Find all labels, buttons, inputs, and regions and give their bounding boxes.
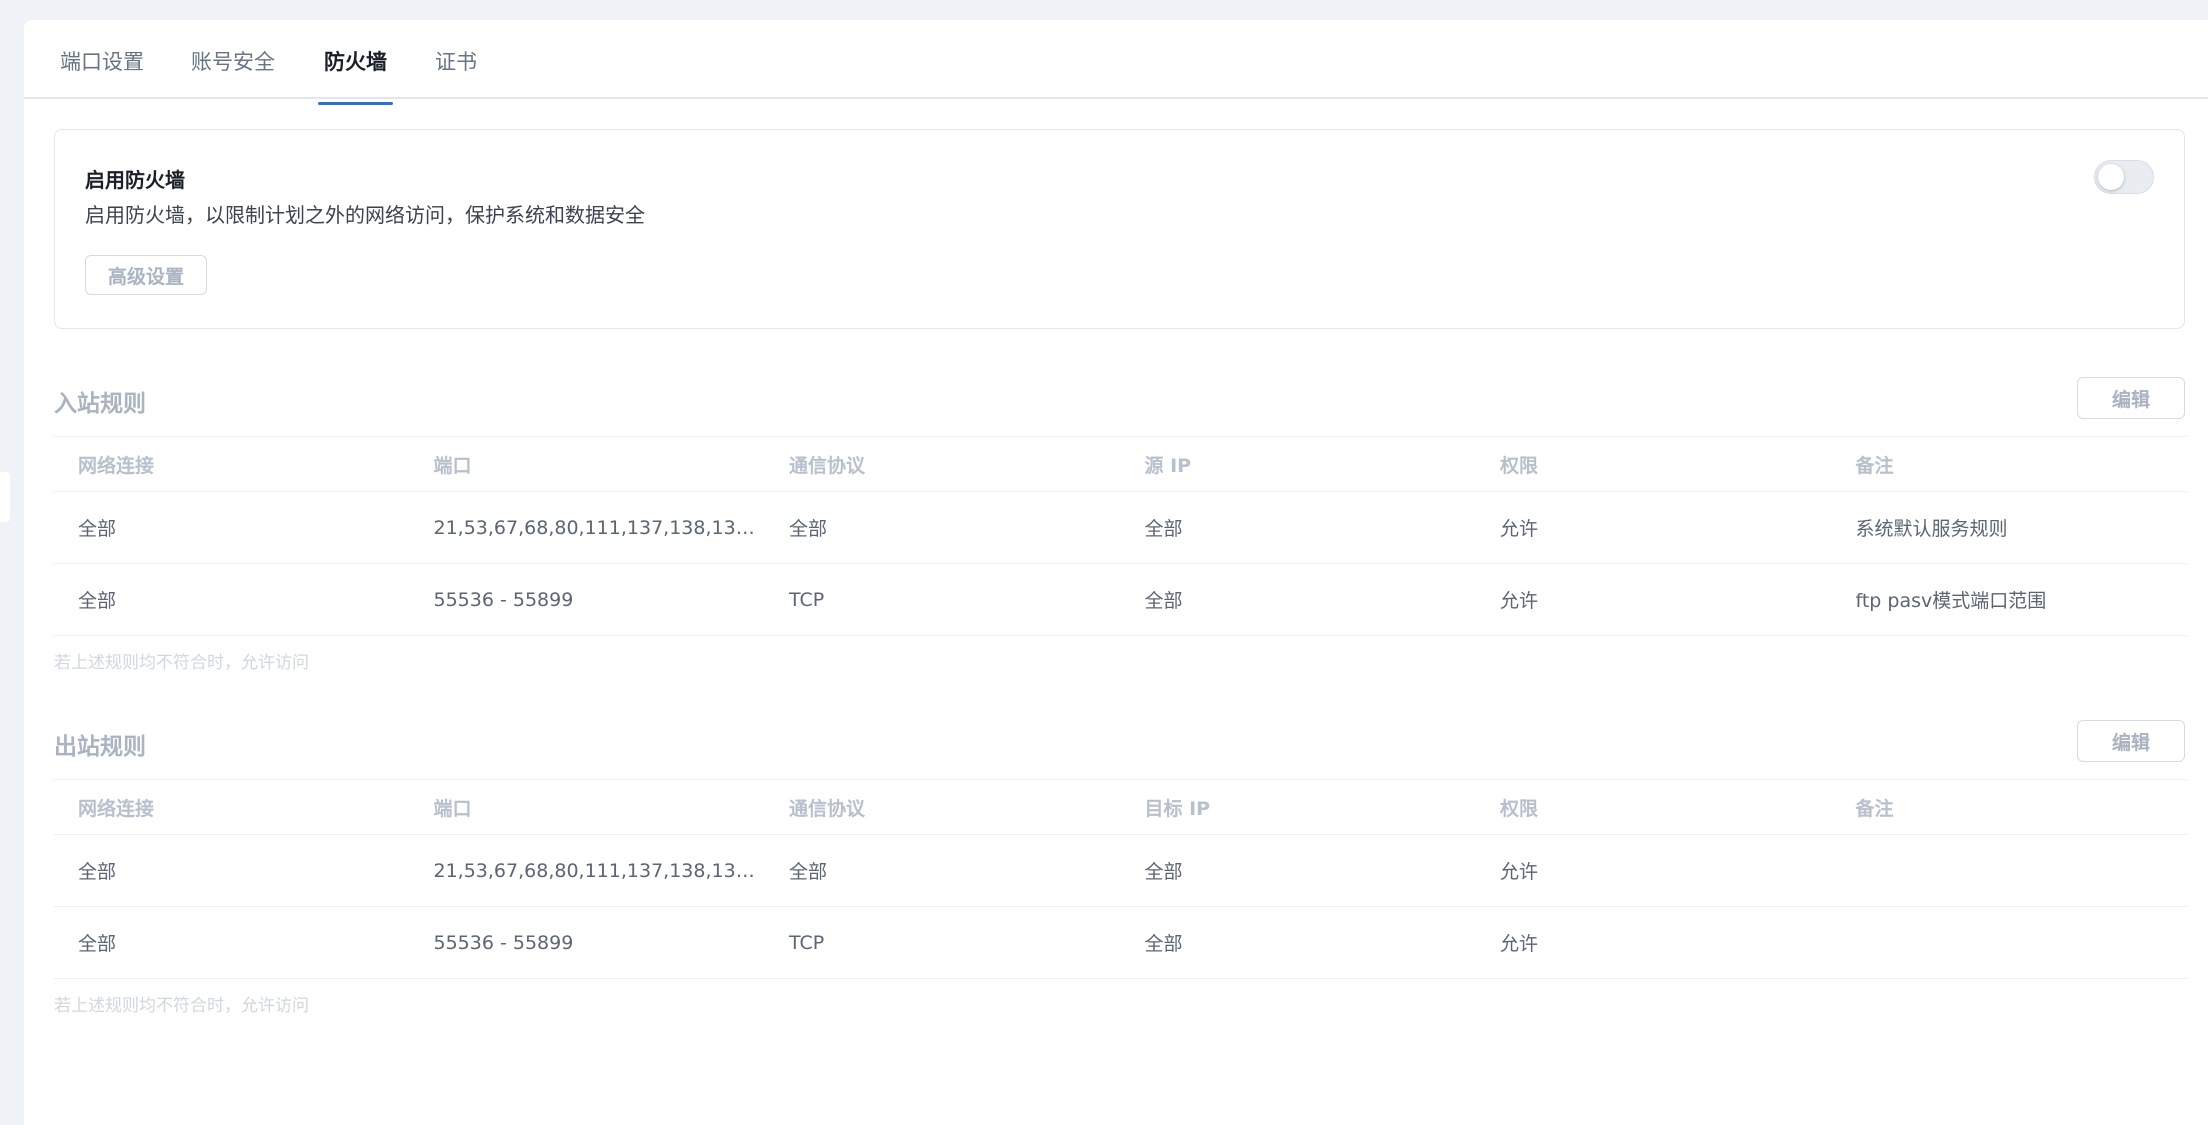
- outbound-footnote: 若上述规则均不符合时，允许访问: [54, 996, 309, 1016]
- table-row: 全部 55536 - 55899 TCP 全部 允许: [54, 906, 2187, 979]
- cell-target-ip: 全部: [1120, 906, 1476, 979]
- col-permission: 权限: [1476, 436, 1832, 492]
- col-target-ip: 目标 IP: [1120, 779, 1476, 835]
- toggle-knob: [2098, 164, 2124, 190]
- col-protocol: 通信协议: [765, 436, 1121, 492]
- col-port: 端口: [409, 779, 765, 835]
- firewall-toggle[interactable]: [2094, 160, 2154, 194]
- cell-network: 全部: [54, 491, 410, 564]
- cell-network: 全部: [54, 906, 410, 979]
- advanced-settings-button[interactable]: 高级设置: [85, 255, 207, 295]
- table-row: 全部 21,53,67,68,80,111,137,138,139,... 全部…: [54, 491, 2187, 564]
- table-header-row: 网络连接 端口 通信协议 目标 IP 权限 备注: [54, 779, 2187, 835]
- tab-firewall[interactable]: 防火墙: [318, 46, 393, 105]
- table-row: 全部 55536 - 55899 TCP 全部 允许 ftp pasv模式端口范…: [54, 563, 2187, 636]
- inbound-footnote: 若上述规则均不符合时，允许访问: [54, 653, 309, 673]
- cell-permission: 允许: [1476, 491, 1832, 564]
- cell-network: 全部: [54, 563, 410, 636]
- settings-panel: 端口设置 账号安全 防火墙 证书 启用防火墙 启用防火墙，以限制计划之外的网络访…: [24, 20, 2208, 1125]
- tab-bar: 端口设置 账号安全 防火墙 证书: [24, 20, 2208, 105]
- cell-port: 55536 - 55899: [409, 563, 765, 636]
- firewall-description: 启用防火墙，以限制计划之外的网络访问，保护系统和数据安全: [85, 203, 645, 227]
- cell-protocol: TCP: [765, 563, 1121, 636]
- col-protocol: 通信协议: [765, 779, 1121, 835]
- cell-remark: 系统默认服务规则: [1831, 491, 2187, 564]
- cell-remark: [1831, 834, 2187, 907]
- inbound-rules-table: 网络连接 端口 通信协议 源 IP 权限 备注 全部 21,53,67,68,8…: [54, 436, 2187, 636]
- cell-source-ip: 全部: [1120, 491, 1476, 564]
- col-port: 端口: [409, 436, 765, 492]
- outbound-rules-table: 网络连接 端口 通信协议 目标 IP 权限 备注 全部 21,53,67,68,…: [54, 779, 2187, 979]
- tab-port-settings[interactable]: 端口设置: [60, 46, 144, 88]
- outbound-edit-button[interactable]: 编辑: [2077, 720, 2185, 762]
- col-network: 网络连接: [54, 779, 410, 835]
- tab-certificate[interactable]: 证书: [435, 46, 477, 88]
- firewall-title: 启用防火墙: [85, 168, 185, 192]
- cell-remark: [1831, 906, 2187, 979]
- cell-port: 21,53,67,68,80,111,137,138,139,...: [409, 834, 765, 907]
- cell-protocol: 全部: [765, 491, 1121, 564]
- cell-port: 55536 - 55899: [409, 906, 765, 979]
- side-handle[interactable]: [0, 472, 10, 522]
- col-network: 网络连接: [54, 436, 410, 492]
- cell-permission: 允许: [1476, 834, 1832, 907]
- col-source-ip: 源 IP: [1120, 436, 1476, 492]
- firewall-card: 启用防火墙 启用防火墙，以限制计划之外的网络访问，保护系统和数据安全 高级设置: [54, 129, 2185, 329]
- tab-account-security[interactable]: 账号安全: [191, 46, 275, 88]
- inbound-rules-title: 入站规则: [54, 391, 146, 417]
- cell-source-ip: 全部: [1120, 563, 1476, 636]
- outbound-rules-title: 出站规则: [54, 734, 146, 760]
- table-row: 全部 21,53,67,68,80,111,137,138,139,... 全部…: [54, 834, 2187, 907]
- cell-port: 21,53,67,68,80,111,137,138,139,...: [409, 491, 765, 564]
- cell-protocol: 全部: [765, 834, 1121, 907]
- cell-permission: 允许: [1476, 563, 1832, 636]
- cell-permission: 允许: [1476, 906, 1832, 979]
- cell-target-ip: 全部: [1120, 834, 1476, 907]
- inbound-edit-button[interactable]: 编辑: [2077, 377, 2185, 419]
- table-header-row: 网络连接 端口 通信协议 源 IP 权限 备注: [54, 436, 2187, 492]
- col-remark: 备注: [1831, 436, 2187, 492]
- col-permission: 权限: [1476, 779, 1832, 835]
- cell-remark: ftp pasv模式端口范围: [1831, 563, 2187, 636]
- cell-protocol: TCP: [765, 906, 1121, 979]
- cell-network: 全部: [54, 834, 410, 907]
- col-remark: 备注: [1831, 779, 2187, 835]
